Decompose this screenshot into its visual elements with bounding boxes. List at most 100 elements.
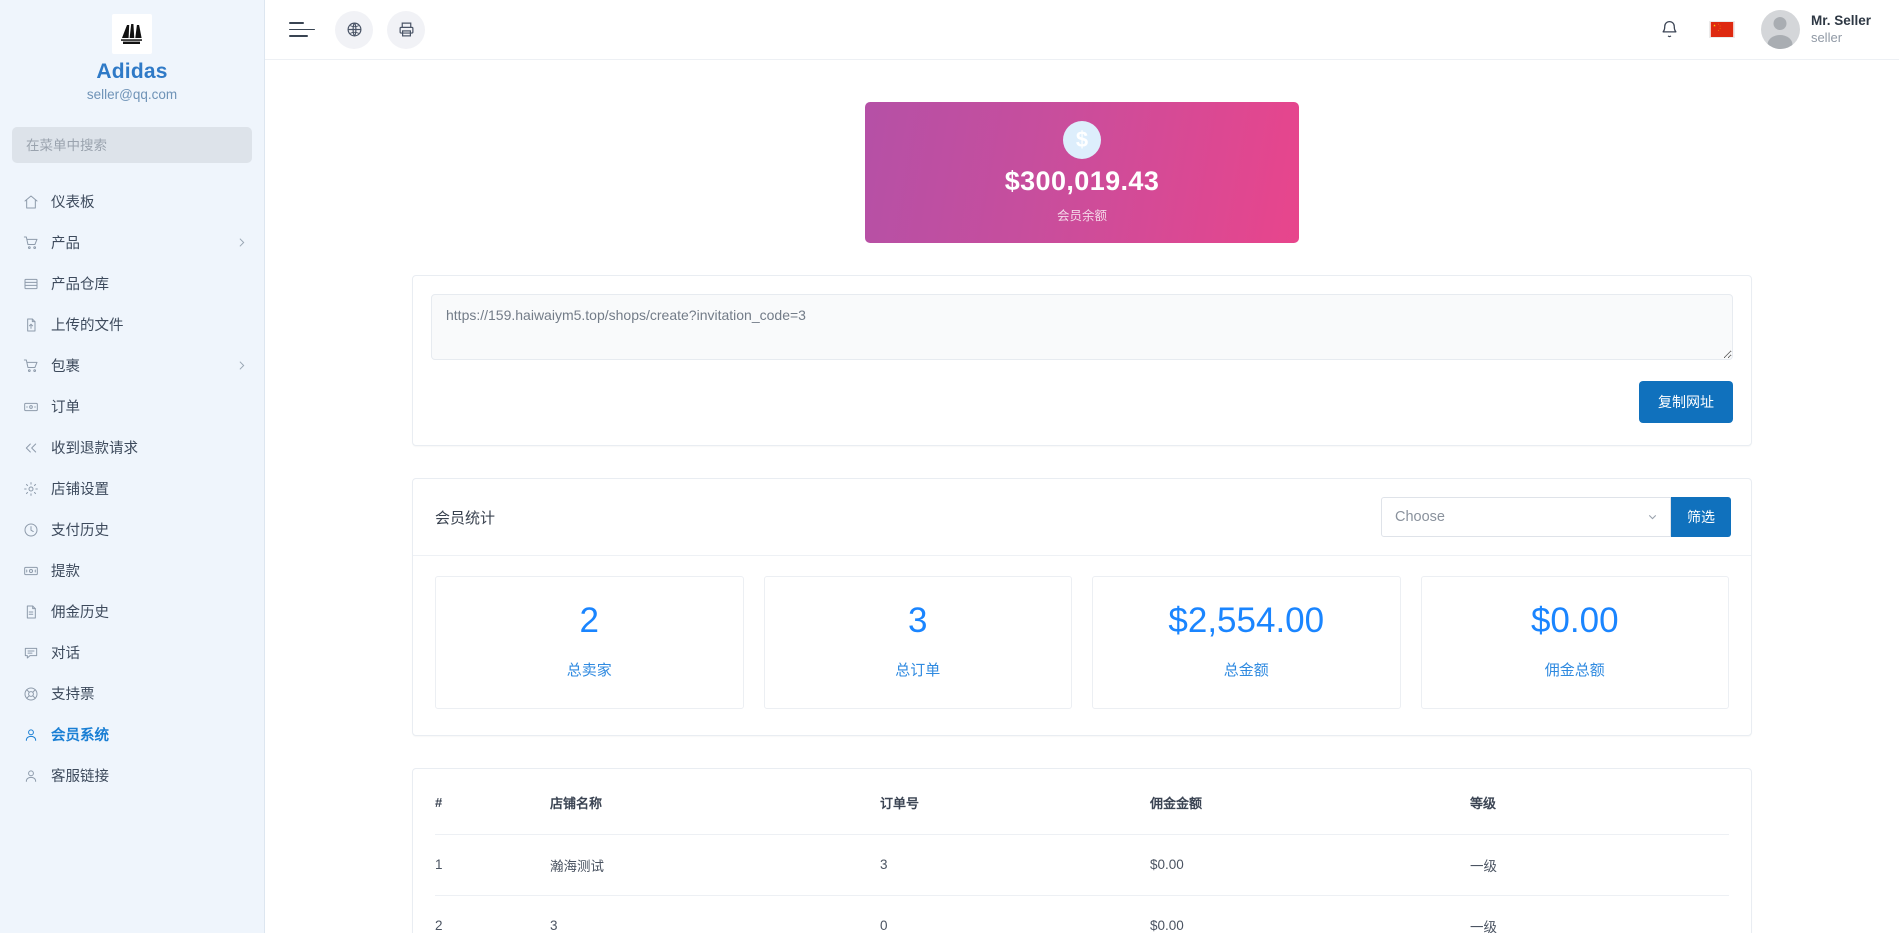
commission-table: #店铺名称订单号佣金金额等级 1瀚海测试3$0.00一级230$0.00一级	[435, 769, 1729, 933]
sidebar-item-label: 客服链接	[51, 765, 248, 786]
brand-name: Adidas	[10, 60, 254, 84]
chevron-right-icon[interactable]	[235, 236, 248, 249]
app-root: Adidas seller@qq.com 仪表板产品产品仓库上传的文件包裹订单收…	[0, 0, 1899, 933]
stat-box-1: 3 总订单	[764, 576, 1073, 709]
table-cell-commission: $0.00	[1150, 895, 1470, 933]
home-icon	[22, 193, 40, 211]
table-header-cell: 佣金金额	[1150, 769, 1470, 835]
sidebar-item-0[interactable]: 仪表板	[0, 181, 264, 222]
sidebar-item-13[interactable]: 会员系统	[0, 714, 264, 755]
table-cell-level: 一级	[1470, 895, 1729, 933]
member-stats-header: 会员统计 Choose 筛选	[413, 479, 1751, 556]
money-icon	[22, 562, 40, 580]
dollar-circle-icon: $	[1063, 121, 1101, 159]
sidebar-item-3[interactable]: 上传的文件	[0, 304, 264, 345]
filter-button[interactable]: 筛选	[1671, 497, 1731, 537]
table-cell-shop: 3	[550, 895, 880, 933]
table-cell-index: 2	[435, 895, 550, 933]
hamburger-icon[interactable]	[289, 20, 315, 40]
table-row[interactable]: 230$0.00一级	[435, 895, 1729, 933]
table-header-cell: #	[435, 769, 550, 835]
document-icon	[22, 603, 40, 621]
bell-icon[interactable]	[1660, 19, 1679, 40]
table-row[interactable]: 1瀚海测试3$0.00一级	[435, 834, 1729, 895]
table-header-cell: 店铺名称	[550, 769, 880, 835]
sidebar-item-12[interactable]: 支持票	[0, 673, 264, 714]
sidebar-item-label: 包裹	[51, 355, 235, 376]
sidebar-item-label: 会员系统	[51, 724, 248, 745]
sidebar-nav: 仪表板产品产品仓库上传的文件包裹订单收到退款请求店铺设置支付历史提款佣金历史对话…	[0, 181, 264, 796]
adidas-logo-icon	[112, 14, 152, 54]
balance-label: 会员余额	[1057, 205, 1107, 224]
table-header-row: #店铺名称订单号佣金金额等级	[435, 769, 1729, 835]
invitation-url-input[interactable]: https://159.haiwaiym5.top/shops/create?i…	[431, 294, 1733, 360]
sidebar-item-label: 产品仓库	[51, 273, 248, 294]
sidebar-item-9[interactable]: 提款	[0, 550, 264, 591]
sidebar-item-label: 对话	[51, 642, 248, 663]
chevron-right-icon[interactable]	[235, 359, 248, 372]
chat-icon	[22, 644, 40, 662]
page-content: $ $300,019.43 会员余额 https://159.haiwaiym5…	[265, 60, 1899, 933]
stat-box-2: $2,554.00 总金额	[1092, 576, 1401, 709]
cart-icon	[22, 357, 40, 375]
stat-label: 总金额	[1103, 659, 1390, 680]
cart-icon	[22, 234, 40, 252]
sidebar-item-5[interactable]: 订单	[0, 386, 264, 427]
sidebar-item-label: 提款	[51, 560, 248, 581]
brand-email: seller@qq.com	[10, 86, 254, 105]
menu-search-input[interactable]	[12, 127, 252, 163]
stat-box-0: 2总卖家	[435, 576, 744, 709]
gear-icon	[22, 480, 40, 498]
main-area: Mr. Seller seller $ $300,019.43 会员余额	[265, 0, 1899, 933]
copy-url-button[interactable]: 复制网址	[1639, 381, 1733, 423]
sidebar-item-11[interactable]: 对话	[0, 632, 264, 673]
user-name: Mr. Seller	[1811, 12, 1871, 30]
brand-block[interactable]: Adidas seller@qq.com	[0, 0, 264, 105]
sidebar-item-label: 店铺设置	[51, 478, 248, 499]
stat-label: 总订单	[775, 659, 1062, 680]
invitation-actions: 复制网址	[431, 381, 1733, 423]
avatar	[1761, 10, 1800, 49]
lifebuoy-icon	[22, 685, 40, 703]
order-icon	[22, 398, 40, 416]
sidebar-item-label: 产品	[51, 232, 235, 253]
sidebar-item-4[interactable]: 包裹	[0, 345, 264, 386]
sidebar-item-10[interactable]: 佣金历史	[0, 591, 264, 632]
sidebar-item-label: 支持票	[51, 683, 248, 704]
china-flag-icon[interactable]	[1709, 21, 1735, 38]
sidebar-item-label: 上传的文件	[51, 314, 248, 335]
sidebar-item-label: 仪表板	[51, 191, 248, 212]
sidebar-item-7[interactable]: 店铺设置	[0, 468, 264, 509]
user-role: seller	[1811, 30, 1871, 47]
stat-value: $2,554.00	[1103, 603, 1390, 640]
user-icon	[22, 767, 40, 785]
invitation-card: https://159.haiwaiym5.top/shops/create?i…	[412, 275, 1752, 446]
refund-icon	[22, 439, 40, 457]
sidebar-item-label: 佣金历史	[51, 601, 248, 622]
globe-icon[interactable]	[335, 11, 373, 49]
stat-value: $0.00	[1432, 603, 1719, 640]
user-menu[interactable]: Mr. Seller seller	[1761, 10, 1871, 49]
sidebar-item-label: 支付历史	[51, 519, 248, 540]
user-icon	[22, 726, 40, 744]
stat-value: 3	[775, 603, 1062, 640]
member-stats-title: 会员统计	[435, 507, 1381, 528]
table-body: 1瀚海测试3$0.00一级230$0.00一级	[435, 834, 1729, 933]
sidebar-item-14[interactable]: 客服链接	[0, 755, 264, 796]
sidebar-item-8[interactable]: 支付历史	[0, 509, 264, 550]
table-cell-commission: $0.00	[1150, 834, 1470, 895]
sidebar-item-label: 订单	[51, 396, 248, 417]
printer-icon[interactable]	[387, 11, 425, 49]
stat-value: 2	[446, 603, 733, 640]
sidebar-item-1[interactable]: 产品	[0, 222, 264, 263]
sidebar-item-2[interactable]: 产品仓库	[0, 263, 264, 304]
choose-select[interactable]: Choose	[1381, 497, 1671, 537]
file-upload-icon	[22, 316, 40, 334]
warehouse-icon	[22, 275, 40, 293]
balance-section: $ $300,019.43 会员余额	[412, 60, 1752, 243]
balance-amount: $300,019.43	[1005, 166, 1160, 197]
sidebar-item-6[interactable]: 收到退款请求	[0, 427, 264, 468]
stat-box-3: $0.00 佣金总额	[1421, 576, 1730, 709]
stat-label: 佣金总额	[1432, 659, 1719, 680]
table-cell-order_no: 0	[880, 895, 1150, 933]
